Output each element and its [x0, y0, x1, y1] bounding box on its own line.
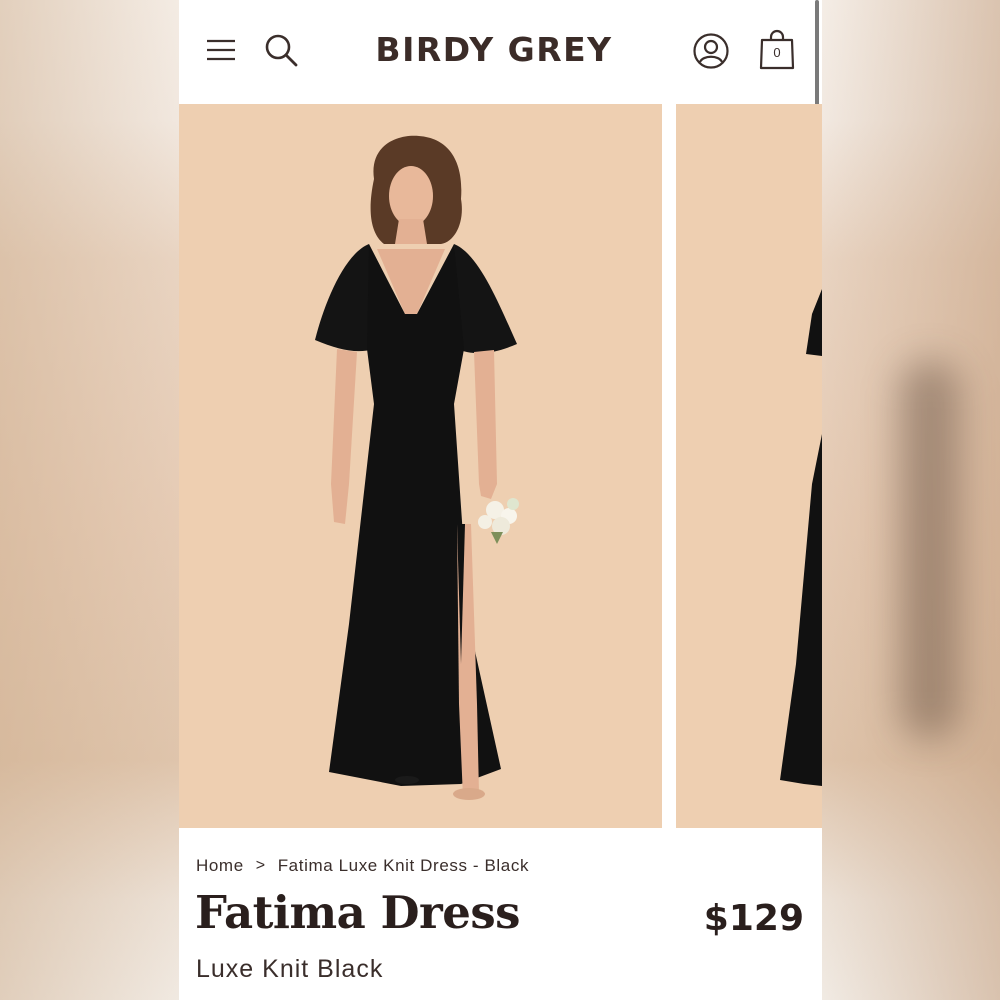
search-icon [265, 34, 298, 67]
product-price: $129 [703, 898, 804, 939]
product-image-gallery[interactable] [179, 104, 822, 828]
product-title: Fatima Dress [195, 886, 521, 939]
model-black-dress-side-image [676, 104, 822, 828]
search-button[interactable] [261, 30, 301, 70]
product-image-secondary[interactable] [676, 104, 822, 828]
account-button[interactable] [691, 31, 731, 71]
product-image-main[interactable] [179, 104, 662, 828]
background-left-blur [0, 0, 180, 1000]
cart-count: 0 [773, 45, 781, 60]
product-variant: Luxe Knit Black [196, 955, 384, 983]
account-icon [693, 33, 729, 69]
breadcrumb-current[interactable]: Fatima Luxe Knit Dress - Black [278, 856, 529, 876]
menu-button[interactable] [201, 30, 241, 70]
cart-button[interactable]: 0 [755, 27, 799, 73]
model-black-dress-front-image [179, 104, 662, 828]
menu-icon [207, 39, 235, 61]
product-page: BIRDY GREY 0 Home > Fatima Luxe Knit Dre… [179, 0, 822, 1000]
breadcrumb: Home > Fatima Luxe Knit Dress - Black [196, 854, 529, 878]
brand-logo[interactable]: BIRDY GREY [339, 30, 649, 69]
site-header: BIRDY GREY 0 [179, 0, 822, 104]
background-dress-blur [900, 360, 960, 740]
breadcrumb-home-link[interactable]: Home [196, 856, 244, 876]
breadcrumb-separator: > [255, 857, 266, 874]
